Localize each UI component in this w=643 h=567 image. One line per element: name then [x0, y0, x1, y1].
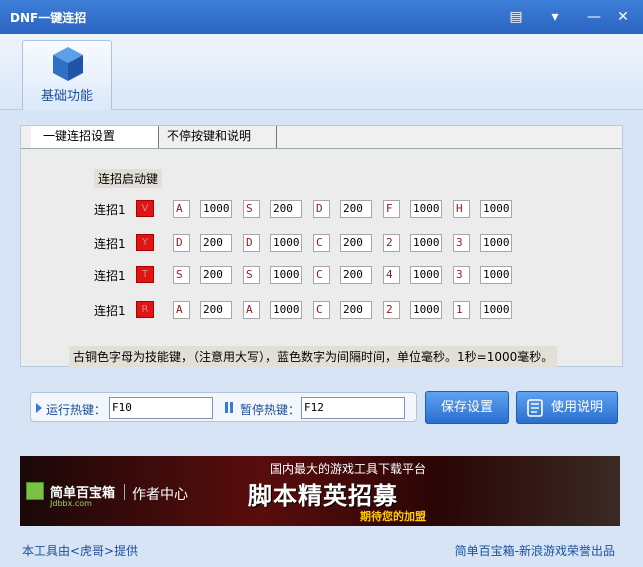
- skill-key-input[interactable]: A: [243, 301, 260, 319]
- help-button-label: 使用说明: [551, 400, 604, 415]
- interval-input[interactable]: 200: [270, 200, 302, 218]
- interval-input[interactable]: 1000: [410, 200, 442, 218]
- skill-key-input[interactable]: 3: [453, 266, 470, 284]
- pause-hotkey-label: 暂停热键：: [240, 403, 301, 417]
- combo-row: 连招1 R A 200 A 1000 C 200 2 1000 1 1000: [94, 301, 544, 319]
- basic-functions-label: 基础功能: [40, 89, 93, 104]
- menu-dropdown-icon[interactable]: ▾: [544, 7, 566, 27]
- skill-key-input[interactable]: S: [243, 200, 260, 218]
- interval-input[interactable]: 1000: [480, 266, 512, 284]
- credit-text: 本工具由<虎哥>提供: [22, 544, 139, 558]
- minimize-icon[interactable]: —: [583, 7, 605, 27]
- window-title: DNF一键连招: [10, 11, 87, 25]
- run-hotkey-label: 运行热键：: [46, 403, 107, 417]
- skill-key-input[interactable]: S: [173, 266, 190, 284]
- skill-key-input[interactable]: C: [313, 234, 330, 252]
- banner-tagline: 国内最大的游戏工具下载平台: [270, 462, 427, 476]
- interval-input[interactable]: 1000: [410, 234, 442, 252]
- brand-logo-icon: [26, 482, 44, 500]
- interval-input[interactable]: 1000: [480, 301, 512, 319]
- skill-key-input[interactable]: 2: [383, 234, 400, 252]
- interval-input[interactable]: 1000: [270, 301, 302, 319]
- book-icon: [527, 399, 543, 417]
- basic-functions-tab[interactable]: 基础功能: [22, 40, 112, 110]
- interval-input[interactable]: 200: [340, 266, 372, 284]
- combo-row-label: 连招1: [94, 269, 126, 283]
- interval-input[interactable]: 1000: [410, 301, 442, 319]
- combo-trigger-key[interactable]: V: [136, 200, 154, 217]
- combo-trigger-key[interactable]: T: [136, 266, 154, 283]
- combo-row: 连招1 V A 1000 S 200 D 200 F 1000 H 1000: [94, 200, 544, 218]
- combo-trigger-header: 连招启动键: [94, 169, 163, 188]
- interval-input[interactable]: 200: [200, 234, 232, 252]
- instruction-note: 古铜色字母为技能键，（注意用大写），蓝色数字为间隔时间，单位毫秒。1秒=1000…: [69, 346, 558, 367]
- skill-key-input[interactable]: H: [453, 200, 470, 218]
- author-center-link[interactable]: 作者中心: [132, 484, 188, 504]
- interval-input[interactable]: 200: [200, 301, 232, 319]
- ad-banner[interactable]: 简单百宝箱 Jdbbx.com 作者中心 国内最大的游戏工具下载平台 脚本精英招…: [20, 456, 620, 526]
- interval-input[interactable]: 200: [340, 301, 372, 319]
- skill-key-input[interactable]: 4: [383, 266, 400, 284]
- combo-row: 连招1 Y D 200 D 1000 C 200 2 1000 3 1000: [94, 234, 544, 252]
- banner-divider: [124, 484, 125, 500]
- interval-input[interactable]: 200: [200, 266, 232, 284]
- interval-input[interactable]: 1000: [410, 266, 442, 284]
- combo-row-label: 连招1: [94, 237, 126, 251]
- interval-input[interactable]: 1000: [270, 266, 302, 284]
- combo-row-label: 连招1: [94, 203, 126, 217]
- close-icon[interactable]: ✕: [612, 7, 634, 27]
- banner-subline: 期待您的加盟: [360, 510, 426, 523]
- skill-key-input[interactable]: 1: [453, 301, 470, 319]
- combo-row-label: 连招1: [94, 304, 126, 318]
- skill-key-input[interactable]: C: [313, 266, 330, 284]
- save-settings-button[interactable]: 保存设置: [425, 391, 509, 424]
- skill-key-input[interactable]: C: [313, 301, 330, 319]
- brand-logo-sub: Jdbbx.com: [50, 499, 92, 508]
- skill-key-input[interactable]: D: [173, 234, 190, 252]
- hotkey-bar: 运行热键： F10 暂停热键： F12: [30, 392, 417, 422]
- play-icon: [36, 403, 42, 413]
- interval-input[interactable]: 1000: [480, 234, 512, 252]
- interval-input[interactable]: 1000: [200, 200, 232, 218]
- skill-key-input[interactable]: S: [243, 266, 260, 284]
- skill-key-input[interactable]: A: [173, 200, 190, 218]
- skill-key-input[interactable]: F: [383, 200, 400, 218]
- tab-keep-press[interactable]: 不停按键和说明: [159, 126, 277, 148]
- skill-key-input[interactable]: D: [243, 234, 260, 252]
- run-hotkey-input[interactable]: F10: [109, 397, 213, 419]
- interval-input[interactable]: 1000: [480, 200, 512, 218]
- skill-key-input[interactable]: D: [313, 200, 330, 218]
- tab-combo-settings[interactable]: 一键连招设置: [31, 126, 159, 148]
- skill-key-input[interactable]: 3: [453, 234, 470, 252]
- tab-strip: 一键连招设置 不停按键和说明: [21, 126, 622, 148]
- interval-input[interactable]: 200: [340, 234, 372, 252]
- feedback-icon[interactable]: ▤: [505, 7, 527, 27]
- pause-icon: [225, 402, 233, 413]
- combo-trigger-key[interactable]: R: [136, 301, 154, 318]
- combo-trigger-key[interactable]: Y: [136, 234, 154, 251]
- interval-input[interactable]: 200: [340, 200, 372, 218]
- skill-key-input[interactable]: A: [173, 301, 190, 319]
- skill-key-input[interactable]: 2: [383, 301, 400, 319]
- combo-row: 连招1 T S 200 S 1000 C 200 4 1000 3 1000: [94, 266, 544, 284]
- pause-hotkey-input[interactable]: F12: [301, 397, 405, 419]
- title-bar: DNF一键连招 ▤ ▾ — ✕: [0, 0, 643, 34]
- cube-icon: [53, 47, 83, 81]
- publisher-link[interactable]: 简单百宝箱-新浪游戏荣誉出品: [455, 542, 615, 559]
- banner-headline: 脚本精英招募: [248, 482, 398, 510]
- interval-input[interactable]: 1000: [270, 234, 302, 252]
- help-button[interactable]: 使用说明: [516, 391, 618, 424]
- settings-panel: 一键连招设置 不停按键和说明 连招启动键 连招1 V A 1000 S 200 D 200 F 1…: [20, 125, 623, 367]
- feature-bar: 基础功能: [0, 34, 643, 110]
- combo-settings-body: 连招启动键 连招1 V A 1000 S 200 D 200 F 1000 H 1000 连招1 Y D 20…: [21, 148, 622, 367]
